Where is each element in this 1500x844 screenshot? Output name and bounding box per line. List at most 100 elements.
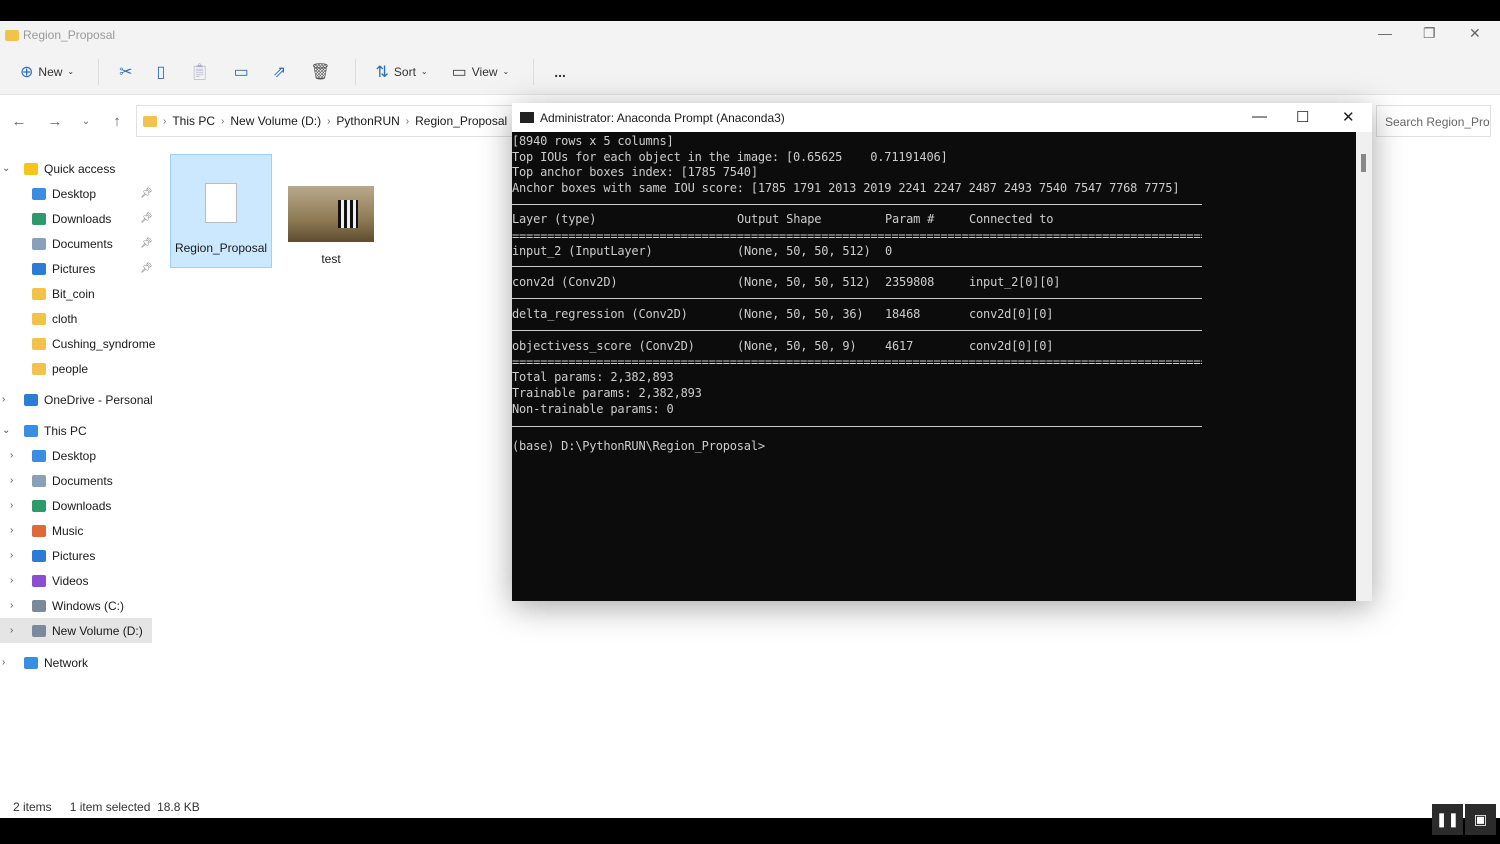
copy-icon: ▯ (156, 63, 166, 81)
rename-button[interactable]: ▭ (234, 62, 249, 82)
table-header: Layer (type) Output Shape Param # Connected… (512, 212, 1356, 228)
folder-icon (32, 499, 46, 512)
sidebar-item[interactable]: ⌄ Quick access (0, 156, 160, 181)
sidebar-item[interactable]: Desktop 📌︎ (0, 181, 160, 206)
forward-button[interactable]: → (38, 113, 72, 130)
new-button[interactable]: ⊕ New ⌄ (20, 62, 74, 82)
sidebar-item[interactable]: › Downloads (0, 493, 160, 518)
search-input[interactable]: Search Region_Pro... (1376, 105, 1491, 137)
breadcrumb-item[interactable]: New Volume (D:) (230, 114, 321, 128)
table-cell: conv2d[0][0] (969, 338, 1054, 353)
chevron-right-icon[interactable]: › (10, 475, 13, 486)
scrollbar[interactable] (1356, 132, 1372, 601)
maximize-button[interactable]: ❐ (1423, 25, 1436, 42)
table-cell: (None, 50, 50, 9) (737, 338, 857, 353)
folder-icon (32, 262, 46, 275)
chevron-right-icon[interactable]: › (10, 600, 13, 611)
command-prompt[interactable]: (base) D:\PythonRUN\Region_Proposal> (512, 439, 1356, 455)
sidebar-item-label: Downloads (52, 498, 112, 513)
close-button[interactable]: ✕ (1469, 25, 1481, 42)
file-name: Region_Proposal (174, 241, 268, 255)
chevron-right-icon[interactable]: › (10, 450, 13, 461)
table-row: objectivess_score (Conv2D) (None, 50, 50,… (512, 339, 1356, 355)
terminal-title: Administrator: Anaconda Prompt (Anaconda… (540, 110, 785, 125)
folder-icon (32, 449, 46, 462)
sidebar-item[interactable]: › Pictures (0, 543, 160, 568)
computer-icon (24, 424, 38, 437)
view-button[interactable]: ▭ View ⌄ (452, 62, 510, 82)
sidebar-item[interactable]: › Windows (C:) (0, 593, 160, 618)
terminal-output[interactable]: [8940 rows x 5 columns] Top IOUs for eac… (512, 132, 1356, 601)
sidebar-item[interactable]: Downloads 📌︎ (0, 206, 160, 231)
sidebar-item[interactable]: Pictures 📌︎ (0, 256, 160, 281)
scrollbar-thumb[interactable] (1361, 154, 1366, 172)
chevron-right-icon[interactable]: › (10, 550, 13, 561)
pin-icon: 📌︎ (140, 238, 153, 249)
table-cell: delta_regression (Conv2D) (512, 306, 688, 321)
chevron-right-icon[interactable]: › (10, 500, 13, 511)
terminal-window[interactable]: Administrator: Anaconda Prompt (Anaconda… (512, 103, 1372, 601)
file-item[interactable]: test (280, 154, 382, 268)
sidebar-item[interactable]: › OneDrive - Personal (0, 387, 160, 412)
divider (512, 266, 1202, 268)
sidebar-item[interactable]: cloth (0, 306, 160, 331)
sort-button[interactable]: ⇅ Sort ⌄ (376, 62, 428, 82)
sidebar-item[interactable]: Cushing_syndrome (0, 331, 160, 356)
up-button[interactable]: ↑ (100, 113, 134, 130)
breadcrumb[interactable]: › This PC › New Volume (D:) › PythonRUN › Re… (136, 105, 516, 137)
minimize-button[interactable]: — (1252, 108, 1267, 125)
header-cell: Output Shape (737, 211, 822, 226)
chevron-right-icon[interactable]: › (2, 394, 5, 405)
sidebar-item[interactable]: ⌄ This PC (0, 418, 160, 443)
scissors-icon: ✂ (119, 63, 133, 81)
sidebar-item[interactable]: people (0, 356, 160, 381)
breadcrumb-item[interactable]: This PC (172, 114, 215, 128)
more-button[interactable]: ... (554, 64, 566, 80)
pin-icon: 📌︎ (140, 213, 153, 224)
header-cell: Connected to (969, 211, 1054, 226)
network-icon (24, 656, 38, 669)
sidebar-item[interactable]: Documents 📌︎ (0, 231, 160, 256)
chevron-right-icon[interactable]: › (10, 525, 13, 536)
file-item[interactable]: Region_Proposal (170, 154, 272, 268)
folder-icon (5, 29, 19, 41)
chevron-right-icon[interactable]: › (10, 575, 13, 586)
folder-icon (32, 474, 46, 487)
plus-circle-icon: ⊕ (20, 63, 34, 81)
cut-button[interactable]: ✂ (119, 62, 132, 82)
sidebar-item-label: Bit_coin (52, 286, 95, 301)
sidebar-item[interactable]: › Videos (0, 568, 160, 593)
sidebar-item[interactable]: › Network (0, 650, 160, 675)
sidebar-item[interactable]: › Documents (0, 468, 160, 493)
maximize-button[interactable]: ☐ (1296, 108, 1309, 126)
sidebar-item[interactable]: › Music (0, 518, 160, 543)
back-button[interactable]: ← (2, 113, 36, 130)
thumbnail-view-button[interactable]: ▣ (1465, 804, 1496, 835)
folder-icon (32, 624, 46, 637)
chevron-right-icon[interactable]: › (10, 625, 13, 636)
minimize-button[interactable]: — (1378, 25, 1392, 41)
chevron-down-icon[interactable]: ⌄ (2, 425, 10, 436)
sidebar-item-label: Cushing_syndrome (52, 336, 156, 351)
breadcrumb-item[interactable]: Region_Proposal (415, 114, 507, 128)
details-view-button[interactable]: ❚❚ (1432, 804, 1463, 835)
sidebar-item-label: Desktop (52, 448, 97, 463)
copy-button[interactable]: ▯ (157, 62, 166, 82)
chevron-right-icon[interactable]: › (2, 657, 5, 668)
command-bar: ⊕ New ⌄ ✂ ▯ 📋︎ ▭ ⇗ 🗑︎ ⇅ Sort ⌄ ▭ View ⌄ ... (0, 49, 1500, 95)
breadcrumb-item[interactable]: PythonRUN (336, 114, 399, 128)
paste-button[interactable]: 📋︎ (189, 62, 209, 82)
navigation-pane: ⌄ Quick access Desktop 📌︎ Downloads 📌︎ Documen… (0, 156, 160, 675)
header-cell: Param # (885, 211, 935, 226)
divider (512, 426, 1202, 428)
share-button[interactable]: ⇗ (273, 62, 286, 82)
folder-icon (32, 312, 46, 325)
delete-button[interactable]: 🗑︎ (310, 62, 330, 82)
table-row: delta_regression (Conv2D) (None, 50, 50, … (512, 307, 1356, 323)
recent-dropdown[interactable]: ⌄ (74, 116, 98, 127)
close-button[interactable]: ✕ (1342, 108, 1355, 126)
sidebar-item[interactable]: › New Volume (D:) (0, 618, 152, 643)
chevron-down-icon[interactable]: ⌄ (2, 163, 10, 174)
sidebar-item[interactable]: › Desktop (0, 443, 160, 468)
sidebar-item[interactable]: Bit_coin (0, 281, 160, 306)
